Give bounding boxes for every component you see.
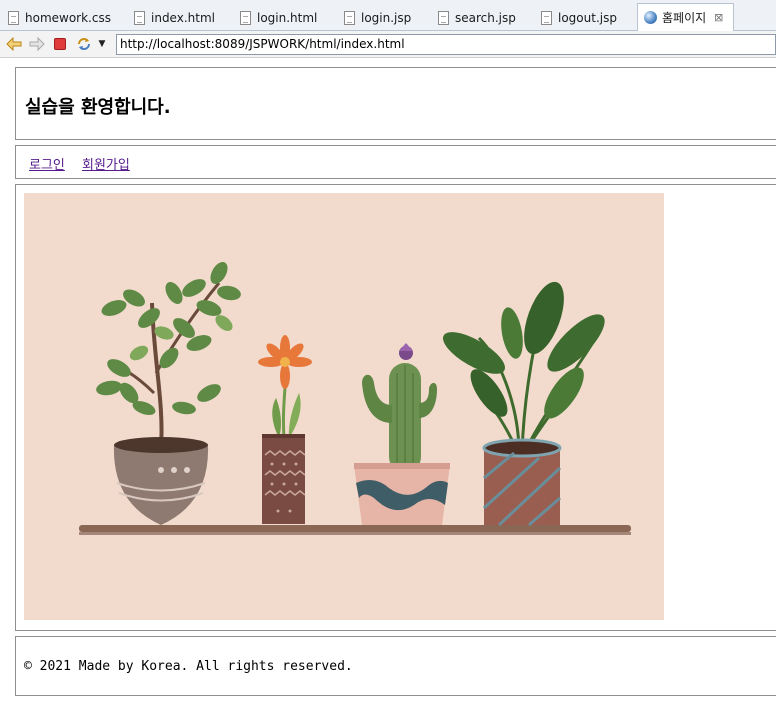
- chevron-down-icon[interactable]: ▼: [96, 35, 108, 53]
- tab-search-jsp[interactable]: search.jsp: [438, 4, 516, 31]
- page-title: 실습을 환영합니다.: [25, 97, 171, 118]
- arrow-right-icon: [29, 37, 45, 51]
- file-icon: [438, 10, 449, 25]
- signup-link[interactable]: 회원가입: [82, 154, 130, 173]
- page-header: 실습을 환영합니다.: [15, 67, 776, 140]
- tab-login-html[interactable]: login.html: [240, 4, 317, 31]
- nav-bar: 로그인 회원가입: [15, 145, 776, 179]
- tab-logout-jsp[interactable]: logout.jsp: [541, 4, 617, 31]
- globe-icon: [644, 11, 657, 24]
- file-icon: [8, 10, 19, 25]
- browser-toolbar: ▼ http://localhost:8089/JSPWORK/html/ind…: [0, 31, 776, 58]
- arrow-left-icon: [6, 37, 22, 51]
- tab-label: login.html: [257, 10, 318, 25]
- tab-label: homework.css: [25, 10, 111, 25]
- tab-label: 홈페이지: [662, 11, 707, 25]
- refresh-button[interactable]: [75, 35, 93, 53]
- tab-login-jsp[interactable]: login.jsp: [344, 4, 411, 31]
- page-footer: © 2021 Made by Korea. All rights reserve…: [15, 636, 776, 696]
- file-icon: [134, 10, 145, 25]
- file-icon: [541, 10, 552, 25]
- back-button[interactable]: [5, 35, 23, 53]
- tab-label: search.jsp: [455, 10, 516, 25]
- editor-tab-bar: homework.css index.html login.html login…: [0, 0, 776, 32]
- stop-icon: [54, 38, 66, 50]
- stop-button[interactable]: [51, 35, 69, 53]
- tab-label: logout.jsp: [558, 10, 617, 25]
- url-field[interactable]: http://localhost:8089/JSPWORK/html/index…: [116, 34, 776, 55]
- copyright-text: © 2021 Made by Korea. All rights reserve…: [24, 659, 353, 674]
- forward-button[interactable]: [28, 35, 46, 53]
- file-icon: [344, 10, 355, 25]
- file-icon: [240, 10, 251, 25]
- tab-label: index.html: [151, 10, 215, 25]
- tab-index-html[interactable]: index.html: [134, 4, 215, 31]
- refresh-icon: [78, 38, 90, 50]
- content-area: [15, 184, 776, 631]
- potted-plants-image: [79, 262, 631, 535]
- tab-homepage[interactable]: 홈페이지 ⊠: [637, 3, 735, 32]
- tab-label: login.jsp: [361, 10, 412, 25]
- tab-homework-css[interactable]: homework.css: [8, 4, 111, 31]
- login-link[interactable]: 로그인: [29, 154, 65, 173]
- close-icon[interactable]: ⊠: [714, 11, 723, 24]
- plants-illustration: [24, 193, 664, 620]
